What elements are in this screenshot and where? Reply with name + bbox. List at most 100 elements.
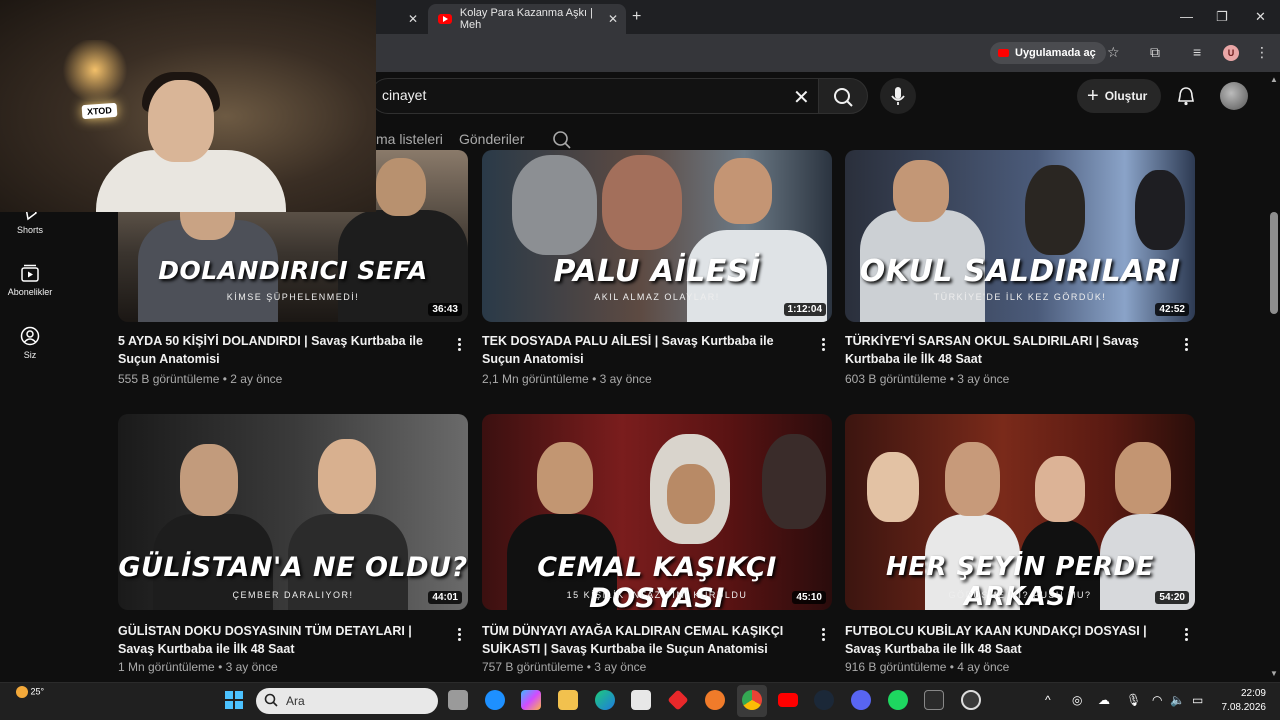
webcam-overlay: XTOD [0, 0, 376, 212]
video-menu-icon[interactable] [1181, 336, 1191, 354]
video-duration: 42:52 [1155, 303, 1189, 316]
video-thumbnail[interactable]: HER ŞEYİN PERDE ARKASI GÖRÜŞME Mİ? PUSU … [845, 414, 1195, 610]
battery-icon[interactable]: ▭ [1192, 693, 1203, 707]
page-scrollbar[interactable] [1268, 72, 1280, 682]
video-title[interactable]: FUTBOLCU KUBİLAY KAAN KUNDAKÇI DOSYASI |… [845, 622, 1165, 658]
minimize-icon[interactable]: — [1180, 9, 1193, 24]
chrome-icon[interactable] [742, 690, 762, 710]
video-title[interactable]: TÜM DÜNYAYI AYAĞA KALDIRAN CEMAL KAŞIKÇI… [482, 622, 802, 658]
search-input[interactable] [370, 78, 820, 114]
tab-posts[interactable]: Gönderiler [459, 131, 524, 147]
help-icon[interactable] [485, 690, 505, 710]
video-meta: 2,1 Mn görüntüleme • 3 ay önce [482, 372, 652, 386]
scroll-up-icon[interactable]: ▲ [1270, 75, 1278, 84]
volume-icon[interactable]: 🔈 [1170, 693, 1185, 707]
new-tab-icon[interactable]: + [632, 8, 641, 26]
guide-subscriptions[interactable]: Abonelikler [0, 263, 60, 297]
scroll-down-icon[interactable]: ▼ [1270, 669, 1278, 678]
thumbnail-subtitle: 15 KİŞİLİK İNFAZ TİMİ KURULDU [566, 590, 748, 600]
clear-search-icon[interactable]: ✕ [793, 85, 810, 110]
close-tab-icon[interactable]: ✕ [608, 12, 618, 26]
terminal-icon[interactable] [924, 690, 944, 710]
open-in-app-button[interactable]: Uygulamada aç [990, 42, 1106, 64]
weather-sun-icon [16, 686, 28, 698]
tray-overflow-chevron-icon[interactable]: ^ [1045, 693, 1051, 707]
youtube-app-taskbar-icon[interactable] [778, 693, 798, 707]
video-age: 2 ay önce [230, 372, 283, 386]
steam-icon[interactable] [814, 690, 834, 710]
discord-icon[interactable] [851, 690, 871, 710]
window-close-icon[interactable]: ✕ [1255, 9, 1266, 25]
guide-you[interactable]: Siz [0, 326, 60, 360]
tray-cloud-icon[interactable]: ☁ [1098, 693, 1110, 707]
video-thumbnail[interactable]: PALU AİLESİ AKIL ALMAZ OLAYLAR! 1:12:04 [482, 150, 832, 322]
thumbnail-title: HER ŞEYİN PERDE ARKASI [885, 552, 1155, 610]
video-duration: 54:20 [1155, 591, 1189, 604]
search-icon [834, 88, 853, 107]
extensions-icon[interactable]: ⧉ [1150, 44, 1160, 61]
settings-gear-icon[interactable] [961, 690, 981, 710]
taskbar-weather[interactable]: 25° [16, 686, 44, 698]
browser-tab-1[interactable]: ✕ [376, 4, 426, 34]
video-views: 555 B görüntüleme [118, 372, 220, 386]
video-title[interactable]: 5 AYDA 50 KİŞİYİ DOLANDIRDI | Savaş Kurt… [118, 332, 438, 368]
thumbnail-title: OKUL SALDIRILARI [859, 254, 1181, 289]
copilot-icon[interactable] [521, 690, 541, 710]
browser-menu-icon[interactable]: ⋮ [1255, 44, 1269, 61]
search-query: cinayet [382, 87, 427, 103]
close-tab-icon[interactable]: ✕ [408, 12, 418, 26]
microphone-icon [891, 87, 905, 105]
taskbar-search-icon [264, 693, 278, 707]
video-menu-icon[interactable] [454, 336, 464, 354]
media-controls-icon[interactable]: ≡ [1193, 44, 1201, 60]
search-button[interactable] [818, 78, 868, 114]
video-meta: 1 Mn görüntüleme • 3 ay önce [118, 660, 278, 674]
tray-app-icon[interactable]: ◎ [1072, 693, 1082, 707]
video-views: 757 B görüntüleme [482, 660, 584, 674]
video-thumbnail[interactable]: CEMAL KAŞIKÇI DOSYASI 15 KİŞİLİK İNFAZ T… [482, 414, 832, 610]
youtube-favicon-icon [438, 14, 452, 24]
create-button[interactable]: + Oluştur [1077, 79, 1161, 113]
video-title[interactable]: TÜRKİYE'Yİ SARSAN OKUL SALDIRILARI | Sav… [845, 332, 1165, 368]
video-menu-icon[interactable] [818, 336, 828, 354]
thumbnail-subtitle: GÖRÜŞME Mİ? PUSU MU? [948, 590, 1092, 600]
video-menu-icon[interactable] [818, 626, 828, 644]
wifi-icon[interactable]: ◠ [1152, 693, 1162, 707]
notifications-bell-icon[interactable] [1176, 86, 1196, 106]
video-thumbnail[interactable]: OKUL SALDIRILARI TÜRKİYE'DE İLK KEZ GÖRD… [845, 150, 1195, 322]
thumbnail-title: PALU AİLESİ [553, 254, 761, 289]
edge-icon[interactable] [595, 690, 615, 710]
open-in-app-label: Uygulamada aç [1015, 47, 1096, 59]
video-thumbnail[interactable]: GÜLİSTAN'A NE OLDU? ÇEMBER DARALIYOR! 44… [118, 414, 468, 610]
browser-profile-avatar[interactable]: U [1223, 45, 1239, 61]
scrollbar-thumb[interactable] [1270, 212, 1278, 314]
file-explorer-icon[interactable] [558, 690, 578, 710]
video-title[interactable]: TEK DOSYADA PALU AİLESİ | Savaş Kurtbaba… [482, 332, 802, 368]
guide-shorts-label: Shorts [16, 225, 43, 235]
weather-temp: 25° [30, 686, 45, 697]
webcam-neon-sign: XTOD [81, 102, 118, 120]
channel-search-icon[interactable] [552, 130, 572, 150]
tray-microphone-icon[interactable]: 🎙 [1126, 693, 1141, 707]
restore-icon[interactable]: ❐ [1216, 9, 1228, 25]
taskbar-clock[interactable]: 22:09 7.08.2026 [1220, 687, 1267, 715]
bookmark-star-icon[interactable]: ☆ [1107, 44, 1120, 61]
video-menu-icon[interactable] [454, 626, 464, 644]
taskbar-search-input[interactable]: Ara [256, 688, 438, 714]
app-orange-icon[interactable] [705, 690, 725, 710]
video-views: 916 B görüntüleme [845, 660, 947, 674]
spotify-icon[interactable] [888, 690, 908, 710]
browser-tab-label: Kolay Para Kazanma Aşkı | Meh [459, 7, 593, 31]
voice-search-button[interactable] [880, 78, 916, 114]
windows-start-icon[interactable] [224, 690, 244, 710]
store-icon[interactable] [631, 690, 651, 710]
video-duration: 36:43 [428, 303, 462, 316]
video-age: 3 ay önce [225, 660, 278, 674]
youtube-account-avatar[interactable] [1220, 82, 1248, 110]
task-view-icon[interactable] [448, 690, 468, 710]
video-menu-icon[interactable] [1181, 626, 1191, 644]
tab-playlists[interactable]: ma listeleri [376, 131, 443, 147]
video-meta: 916 B görüntüleme • 4 ay önce [845, 660, 1010, 674]
video-title[interactable]: GÜLİSTAN DOKU DOSYASININ TÜM DETAYLARI |… [118, 622, 438, 658]
browser-tab-2[interactable]: Kolay Para Kazanma Aşkı | Meh ✕ [428, 4, 626, 34]
